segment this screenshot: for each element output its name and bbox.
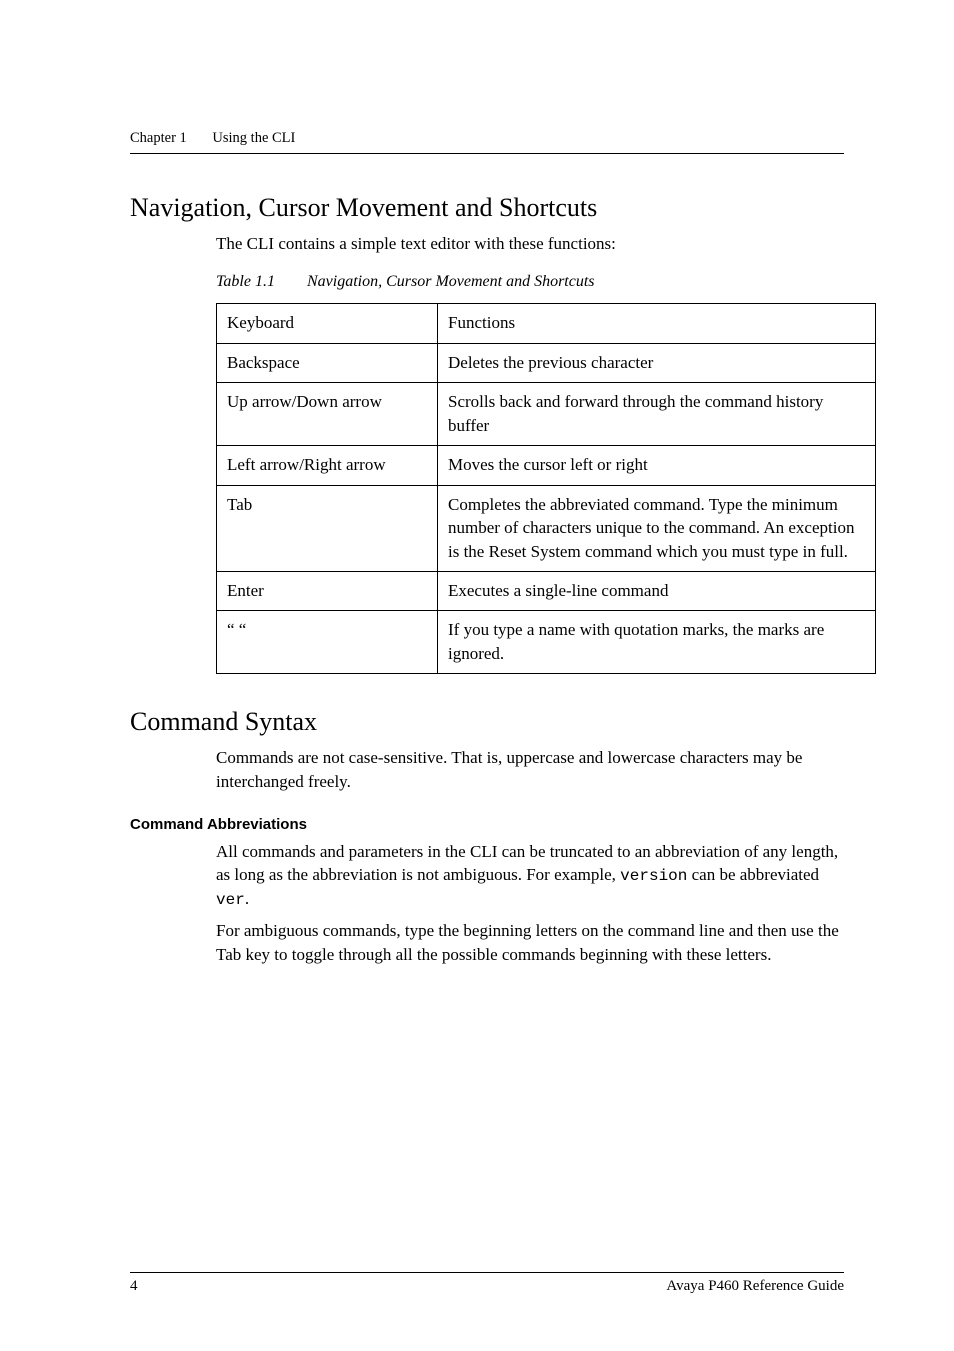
running-header: Chapter 1 Using the CLI	[130, 128, 295, 148]
table-row: Left arrow/Right arrow Moves the cursor …	[217, 446, 876, 485]
table-cell-func: If you type a name with quotation marks,…	[438, 611, 876, 674]
code-ver: ver	[216, 891, 245, 909]
table-row: Tab Completes the abbreviated command. T…	[217, 485, 876, 571]
content: Navigation, Cursor Movement and Shortcut…	[130, 190, 844, 966]
table-header-row: Keyboard Functions	[217, 304, 876, 343]
command-abbrev-p1: All commands and parameters in the CLI c…	[216, 840, 844, 912]
footer-rule	[130, 1272, 844, 1273]
table-row: Enter Executes a single-line command	[217, 572, 876, 611]
table-row: “ “ If you type a name with quotation ma…	[217, 611, 876, 674]
command-abbrev-heading: Command Abbreviations	[130, 815, 844, 836]
table-cell-key: Tab	[217, 485, 438, 571]
table-cell-func: Moves the cursor left or right	[438, 446, 876, 485]
table-header-functions: Functions	[438, 304, 876, 343]
page-number: 4	[130, 1276, 138, 1297]
code-version: version	[620, 867, 687, 885]
table-cell-func: Deletes the previous character	[438, 343, 876, 382]
table-cell-func: Executes a single-line command	[438, 572, 876, 611]
page: Chapter 1 Using the CLI Navigation, Curs…	[0, 0, 954, 1351]
table-cell-key: “ “	[217, 611, 438, 674]
nav-intro-text: The CLI contains a simple text editor wi…	[216, 232, 844, 255]
table-cell-func: Completes the abbreviated command. Type …	[438, 485, 876, 571]
nav-cursor-heading: Navigation, Cursor Movement and Shortcut…	[130, 190, 844, 226]
header-rule	[130, 153, 844, 154]
shortcuts-table: Keyboard Functions Backspace Deletes the…	[216, 303, 876, 674]
footer-guide-title: Avaya P460 Reference Guide	[666, 1276, 844, 1297]
table-cell-key: Backspace	[217, 343, 438, 382]
table-cell-key: Up arrow/Down arrow	[217, 383, 438, 446]
abbrev-p1-b: can be abbreviated	[692, 865, 819, 884]
table-row: Backspace Deletes the previous character	[217, 343, 876, 382]
table-cell-key: Left arrow/Right arrow	[217, 446, 438, 485]
table-caption-title: Navigation, Cursor Movement and Shortcut…	[307, 273, 595, 290]
chapter-label: Chapter 1	[130, 130, 187, 146]
chapter-title: Using the CLI	[212, 130, 295, 146]
table-header-keyboard: Keyboard	[217, 304, 438, 343]
abbrev-p1-c: .	[245, 889, 249, 908]
table-number: Table 1.1	[216, 273, 275, 290]
command-syntax-intro: Commands are not case-sensitive. That is…	[216, 746, 844, 793]
table-row: Up arrow/Down arrow Scrolls back and for…	[217, 383, 876, 446]
table-cell-key: Enter	[217, 572, 438, 611]
command-syntax-heading: Command Syntax	[130, 704, 844, 740]
table-caption: Table 1.1 Navigation, Cursor Movement an…	[216, 271, 844, 293]
command-abbrev-p2: For ambiguous commands, type the beginni…	[216, 919, 844, 966]
table-cell-func: Scrolls back and forward through the com…	[438, 383, 876, 446]
